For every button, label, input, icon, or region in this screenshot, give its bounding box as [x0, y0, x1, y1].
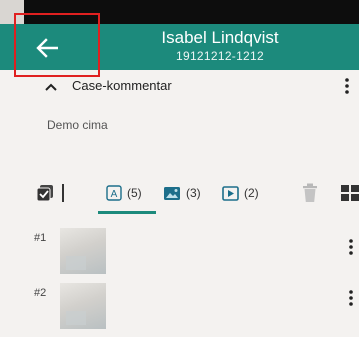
- tab-images-count: (3): [186, 186, 201, 200]
- arrow-left-icon: [36, 38, 58, 58]
- tab-images[interactable]: (3): [163, 180, 201, 206]
- case-comment-header[interactable]: Case-kommentar: [0, 70, 359, 102]
- tab-documents[interactable]: A (5): [106, 180, 142, 206]
- toolbar-divider: [62, 184, 64, 202]
- item-number: #1: [34, 232, 47, 244]
- header-title-group: Isabel Lindqvist 19121212-1212: [120, 28, 320, 64]
- app-bar: Isabel Lindqvist 19121212-1212: [0, 24, 359, 70]
- select-all-checkbox-icon[interactable]: [36, 184, 54, 202]
- media-tab-bar: A (5) (3) (2): [0, 170, 359, 216]
- grid-view-icon[interactable]: [340, 184, 359, 202]
- text-file-icon: A: [106, 185, 122, 201]
- section-title: Case-kommentar: [72, 78, 172, 93]
- tab-videos[interactable]: (2): [222, 180, 259, 206]
- item-number: #2: [34, 287, 47, 299]
- chevron-up-icon[interactable]: [44, 80, 58, 94]
- image-icon: [164, 186, 180, 200]
- case-comment-text: Demo cima: [47, 118, 108, 132]
- image-thumbnail[interactable]: [60, 228, 106, 274]
- image-thumbnail[interactable]: [60, 283, 106, 329]
- tab-videos-count: (2): [244, 186, 259, 200]
- more-options-icon[interactable]: [344, 77, 350, 95]
- status-bar-edge: [0, 0, 24, 24]
- list-item[interactable]: #1: [0, 228, 359, 282]
- trash-icon[interactable]: [301, 183, 319, 203]
- page-title: Isabel Lindqvist: [161, 28, 279, 47]
- more-options-icon[interactable]: [348, 238, 354, 256]
- list-item[interactable]: #2: [0, 283, 359, 337]
- more-options-icon[interactable]: [348, 289, 354, 307]
- tab-documents-count: (5): [127, 186, 142, 200]
- active-tab-indicator: [98, 211, 156, 214]
- svg-text:A: A: [111, 189, 118, 200]
- video-icon: [222, 185, 239, 201]
- personal-number: 19121212-1212: [176, 49, 264, 63]
- back-button[interactable]: [30, 34, 64, 62]
- status-bar: [0, 0, 359, 24]
